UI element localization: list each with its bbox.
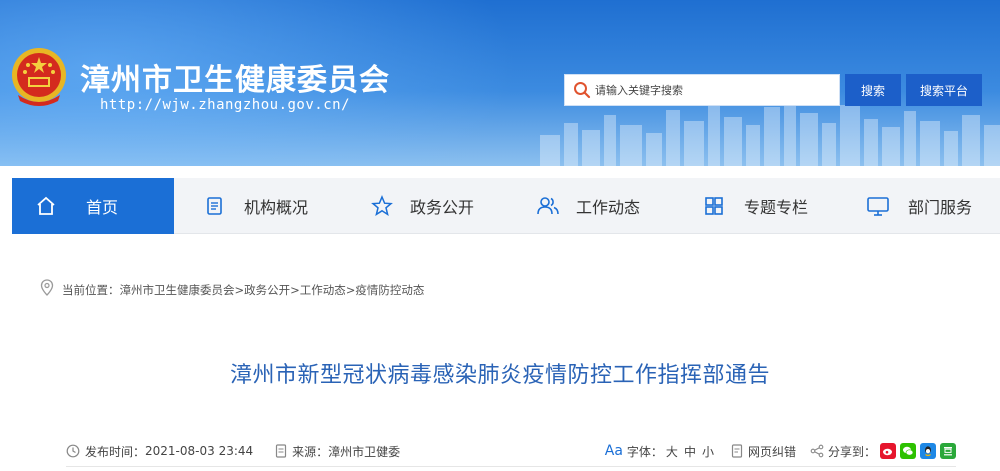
search-platform-button[interactable]: 搜索平台 <box>906 74 982 106</box>
font-size-large-button[interactable]: 大 <box>666 443 678 460</box>
source-document-icon <box>275 444 287 458</box>
nav-label: 首页 <box>86 198 119 217</box>
nav-label: 专题专栏 <box>744 198 809 217</box>
search-box <box>564 74 840 106</box>
search-button[interactable]: 搜索 <box>845 74 901 106</box>
people-icon <box>536 194 560 218</box>
qq-share-icon[interactable] <box>920 443 936 459</box>
header-banner: 漳州市卫生健康委员会 http://wjw.zhangzhou.gov.cn/ … <box>0 0 1000 166</box>
site-url: http://wjw.zhangzhou.gov.cn/ <box>100 97 351 113</box>
nav-item-special-topics[interactable]: 专题专栏 <box>674 178 838 234</box>
nav-item-home[interactable]: 首页 <box>12 178 174 234</box>
grid-icon <box>702 194 726 218</box>
clock-icon <box>66 444 80 458</box>
breadcrumb-link-gov-affairs[interactable]: 政务公开 <box>244 282 290 298</box>
nav-label: 部门服务 <box>908 198 973 217</box>
nav-label: 工作动态 <box>576 198 641 217</box>
source-value: 漳州市卫健委 <box>328 444 401 459</box>
breadcrumb: 当前位置： 漳州市卫生健康委员会 > 政务公开 > 工作动态 > 疫情防控动态 <box>40 279 424 300</box>
document-icon <box>202 194 226 218</box>
font-size-medium-button[interactable]: 中 <box>684 443 696 460</box>
meta-divider <box>66 466 956 467</box>
nav-label: 政务公开 <box>410 198 475 217</box>
breadcrumb-link-epidemic-news[interactable]: 疫情防控动态 <box>355 282 424 298</box>
breadcrumb-separator: > <box>234 282 245 297</box>
search-icon <box>574 82 591 99</box>
correction-icon <box>731 444 743 458</box>
nav-label: 机构概况 <box>244 198 309 217</box>
breadcrumb-link-home[interactable]: 漳州市卫生健康委员会 <box>120 282 235 298</box>
article-meta: 发布时间： 2021-08-03 23:44 来源： 漳州市卫健委 Aa 字体：… <box>66 440 956 462</box>
breadcrumb-link-work-news[interactable]: 工作动态 <box>300 282 346 298</box>
breadcrumb-prefix: 当前位置： <box>62 282 120 297</box>
breadcrumb-separator: > <box>290 282 300 297</box>
monitor-icon <box>866 194 890 218</box>
correction-link[interactable]: 网页纠错 <box>748 443 796 460</box>
breadcrumb-separator: > <box>345 282 356 297</box>
wechat-share-icon[interactable] <box>900 443 916 459</box>
weibo-share-icon[interactable] <box>880 443 896 459</box>
nav-item-organization[interactable]: 机构概况 <box>174 178 342 234</box>
star-icon <box>370 194 394 218</box>
source-group: 来源： 漳州市卫健委 <box>275 443 400 460</box>
font-label: 字体： <box>626 444 663 459</box>
article-title: 漳州市新型冠状病毒感染肺炎疫情防控工作指挥部通告 <box>229 363 770 388</box>
font-size-small-button[interactable]: 小 <box>702 443 714 460</box>
source-label: 来源： <box>292 444 329 459</box>
publish-time: 2021-08-03 23:44 <box>145 444 254 458</box>
search-input[interactable] <box>595 83 835 97</box>
meta-tools: Aa 字体： 大 中 小 网页纠错 分享到： <box>605 443 956 460</box>
font-size-icon: Aa <box>604 443 623 459</box>
nav-item-gov-affairs[interactable]: 政务公开 <box>342 178 508 234</box>
share-icon <box>810 444 824 458</box>
douban-share-icon[interactable] <box>940 443 956 459</box>
publish-label: 发布时间： <box>85 444 146 459</box>
home-icon <box>34 194 58 218</box>
location-pin-icon <box>40 279 54 300</box>
publish-time-group: 发布时间： 2021-08-03 23:44 <box>66 443 253 460</box>
nav-item-work-news[interactable]: 工作动态 <box>508 178 674 234</box>
nav-item-department-services[interactable]: 部门服务 <box>838 178 1000 234</box>
national-emblem-logo <box>12 48 66 106</box>
share-label: 分享到： <box>827 444 876 459</box>
main-nav: 首页 机构概况 政务公开 工作动态 专题专栏 部门服务 <box>12 178 1000 234</box>
site-name: 漳州市卫生健康委员会 <box>80 63 390 98</box>
